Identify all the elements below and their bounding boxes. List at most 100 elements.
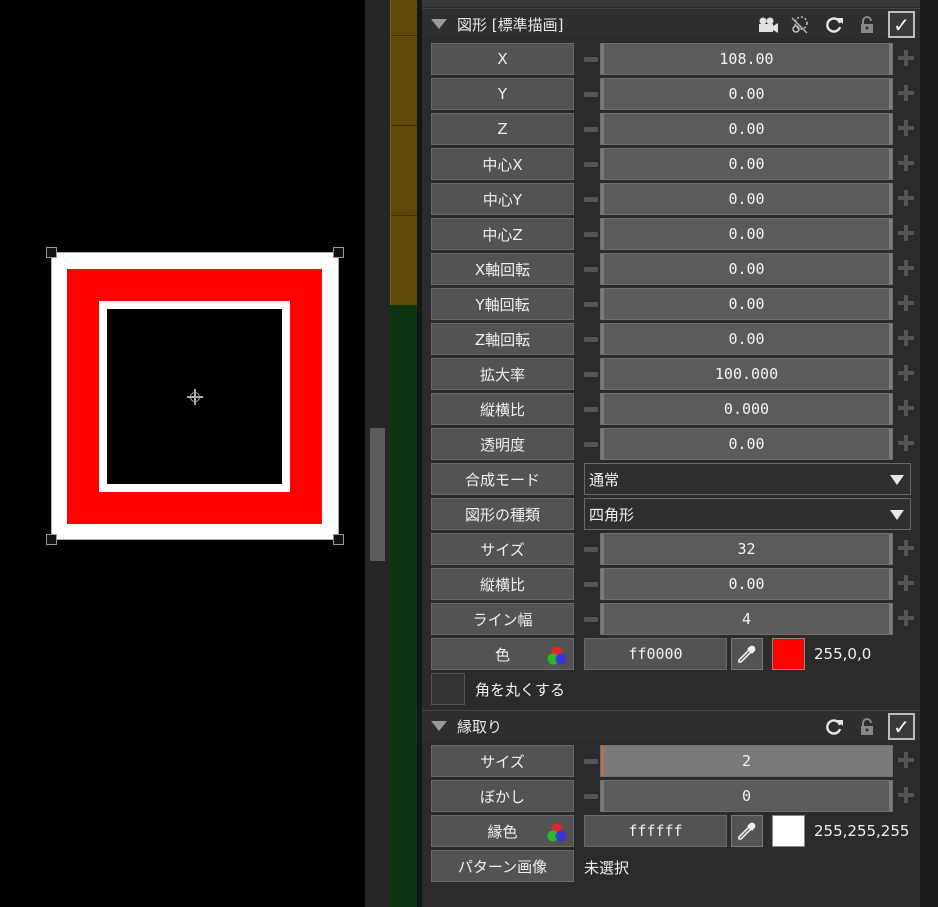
increment-plus-icon[interactable] <box>898 575 914 591</box>
eyedropper-icon[interactable] <box>731 815 763 847</box>
increment-plus-icon[interactable] <box>898 400 914 416</box>
slider-handle[interactable] <box>601 254 604 284</box>
param-label-button[interactable]: Y <box>431 78 574 110</box>
slider-handle[interactable] <box>601 534 604 564</box>
slider-handle[interactable] <box>601 394 604 424</box>
decrement-minus-icon[interactable] <box>584 442 598 447</box>
value-slider[interactable]: 32 <box>600 533 893 565</box>
slider-handle[interactable] <box>601 604 604 634</box>
increment-plus-icon[interactable] <box>898 365 914 381</box>
param-label-button[interactable]: Z <box>431 113 574 145</box>
decrement-minus-icon[interactable] <box>584 407 598 412</box>
increment-plus-icon[interactable] <box>898 155 914 171</box>
timeline-object-bar[interactable] <box>390 0 418 305</box>
color-swatch[interactable] <box>772 638 805 670</box>
color-wheel-icon[interactable] <box>547 646 567 666</box>
slider-handle[interactable] <box>601 359 604 389</box>
decrement-minus-icon[interactable] <box>584 127 598 132</box>
checkbox-checked-icon[interactable]: ✓ <box>888 713 915 740</box>
slider-handle[interactable] <box>601 429 604 459</box>
param-label-button[interactable]: 透明度 <box>431 428 574 460</box>
increment-plus-icon[interactable] <box>898 295 914 311</box>
increment-plus-icon[interactable] <box>898 120 914 136</box>
param-label-button[interactable]: X <box>431 43 574 75</box>
param-label-button[interactable]: サイズ <box>431 533 574 565</box>
value-slider[interactable]: 0 <box>600 780 893 812</box>
color-hex-field[interactable]: ff0000 <box>584 638 727 670</box>
dropdown-arrow-icon[interactable] <box>890 510 904 520</box>
param-label-button[interactable]: 縦横比 <box>431 393 574 425</box>
value-slider[interactable]: 0.00 <box>600 218 893 250</box>
decrement-minus-icon[interactable] <box>584 92 598 97</box>
refresh-icon[interactable] <box>823 716 845 738</box>
slider-handle[interactable] <box>601 289 604 319</box>
collapse-triangle-icon[interactable] <box>431 19 447 29</box>
decrement-minus-icon[interactable] <box>584 372 598 377</box>
value-slider[interactable]: 4 <box>600 603 893 635</box>
decrement-minus-icon[interactable] <box>584 232 598 237</box>
value-slider[interactable]: 0.00 <box>600 288 893 320</box>
value-slider[interactable]: 0.00 <box>600 428 893 460</box>
increment-plus-icon[interactable] <box>898 330 914 346</box>
eyedropper-icon[interactable] <box>731 638 763 670</box>
decrement-minus-icon[interactable] <box>584 617 598 622</box>
param-label-button[interactable]: 中心X <box>431 148 574 180</box>
value-slider[interactable]: 0.000 <box>600 393 893 425</box>
slider-handle[interactable] <box>601 44 604 74</box>
decrement-minus-icon[interactable] <box>584 57 598 62</box>
section-header-shape[interactable]: 図形 [標準描画] ✓ <box>422 8 920 38</box>
param-label-button[interactable]: 中心Y <box>431 183 574 215</box>
edge-color-label-button[interactable]: 縁色 <box>431 815 574 847</box>
increment-plus-icon[interactable] <box>898 260 914 276</box>
scrollbar-thumb[interactable] <box>370 428 385 561</box>
center-crosshair-icon[interactable] <box>187 389 203 405</box>
value-slider[interactable]: 0.00 <box>600 253 893 285</box>
increment-plus-icon[interactable] <box>898 787 914 803</box>
decrement-minus-icon[interactable] <box>584 337 598 342</box>
slider-handle[interactable] <box>601 219 604 249</box>
preview-canvas[interactable] <box>0 0 365 907</box>
value-slider[interactable]: 2 <box>600 745 893 777</box>
dashed-lasso-icon[interactable] <box>789 14 811 36</box>
decrement-minus-icon[interactable] <box>584 794 598 799</box>
camera-icon[interactable] <box>757 14 779 36</box>
timeline-strip[interactable] <box>390 0 418 907</box>
dropdown-arrow-icon[interactable] <box>890 475 904 485</box>
shape-type-label[interactable]: 図形の種類 <box>431 498 574 530</box>
slider-handle[interactable] <box>601 746 604 776</box>
value-slider[interactable]: 0.00 <box>600 78 893 110</box>
resize-handle-bottom-left[interactable] <box>46 534 57 545</box>
slider-handle[interactable] <box>601 149 604 179</box>
pattern-image-button[interactable]: パターン画像 <box>431 850 574 882</box>
value-slider[interactable]: 0.00 <box>600 323 893 355</box>
decrement-minus-icon[interactable] <box>584 162 598 167</box>
param-label-button[interactable]: 拡大率 <box>431 358 574 390</box>
param-label-button[interactable]: Z軸回転 <box>431 323 574 355</box>
decrement-minus-icon[interactable] <box>584 197 598 202</box>
increment-plus-icon[interactable] <box>898 190 914 206</box>
edge-color-hex-field[interactable]: ffffff <box>584 815 727 847</box>
param-label-button[interactable]: サイズ <box>431 745 574 777</box>
param-label-button[interactable]: 中心Z <box>431 218 574 250</box>
lock-icon[interactable] <box>856 716 878 738</box>
increment-plus-icon[interactable] <box>898 435 914 451</box>
increment-plus-icon[interactable] <box>898 540 914 556</box>
decrement-minus-icon[interactable] <box>584 547 598 552</box>
edge-color-swatch[interactable] <box>772 815 805 847</box>
vertical-scrollbar[interactable] <box>365 0 390 907</box>
blend-mode-dropdown[interactable]: 通常 <box>584 463 911 495</box>
decrement-minus-icon[interactable] <box>584 759 598 764</box>
value-slider[interactable]: 108.00 <box>600 43 893 75</box>
increment-plus-icon[interactable] <box>898 225 914 241</box>
resize-handle-top-right[interactable] <box>333 247 344 258</box>
round-corners-checkbox[interactable] <box>431 673 465 705</box>
slider-handle[interactable] <box>601 781 604 811</box>
refresh-icon[interactable] <box>823 14 845 36</box>
shape-type-dropdown[interactable]: 四角形 <box>584 498 911 530</box>
resize-handle-bottom-right[interactable] <box>333 534 344 545</box>
checkbox-checked-icon[interactable]: ✓ <box>888 11 915 38</box>
resize-handle-top-left[interactable] <box>46 247 57 258</box>
lock-icon[interactable] <box>856 14 878 36</box>
panel-scrollbar[interactable] <box>920 0 938 907</box>
increment-plus-icon[interactable] <box>898 50 914 66</box>
